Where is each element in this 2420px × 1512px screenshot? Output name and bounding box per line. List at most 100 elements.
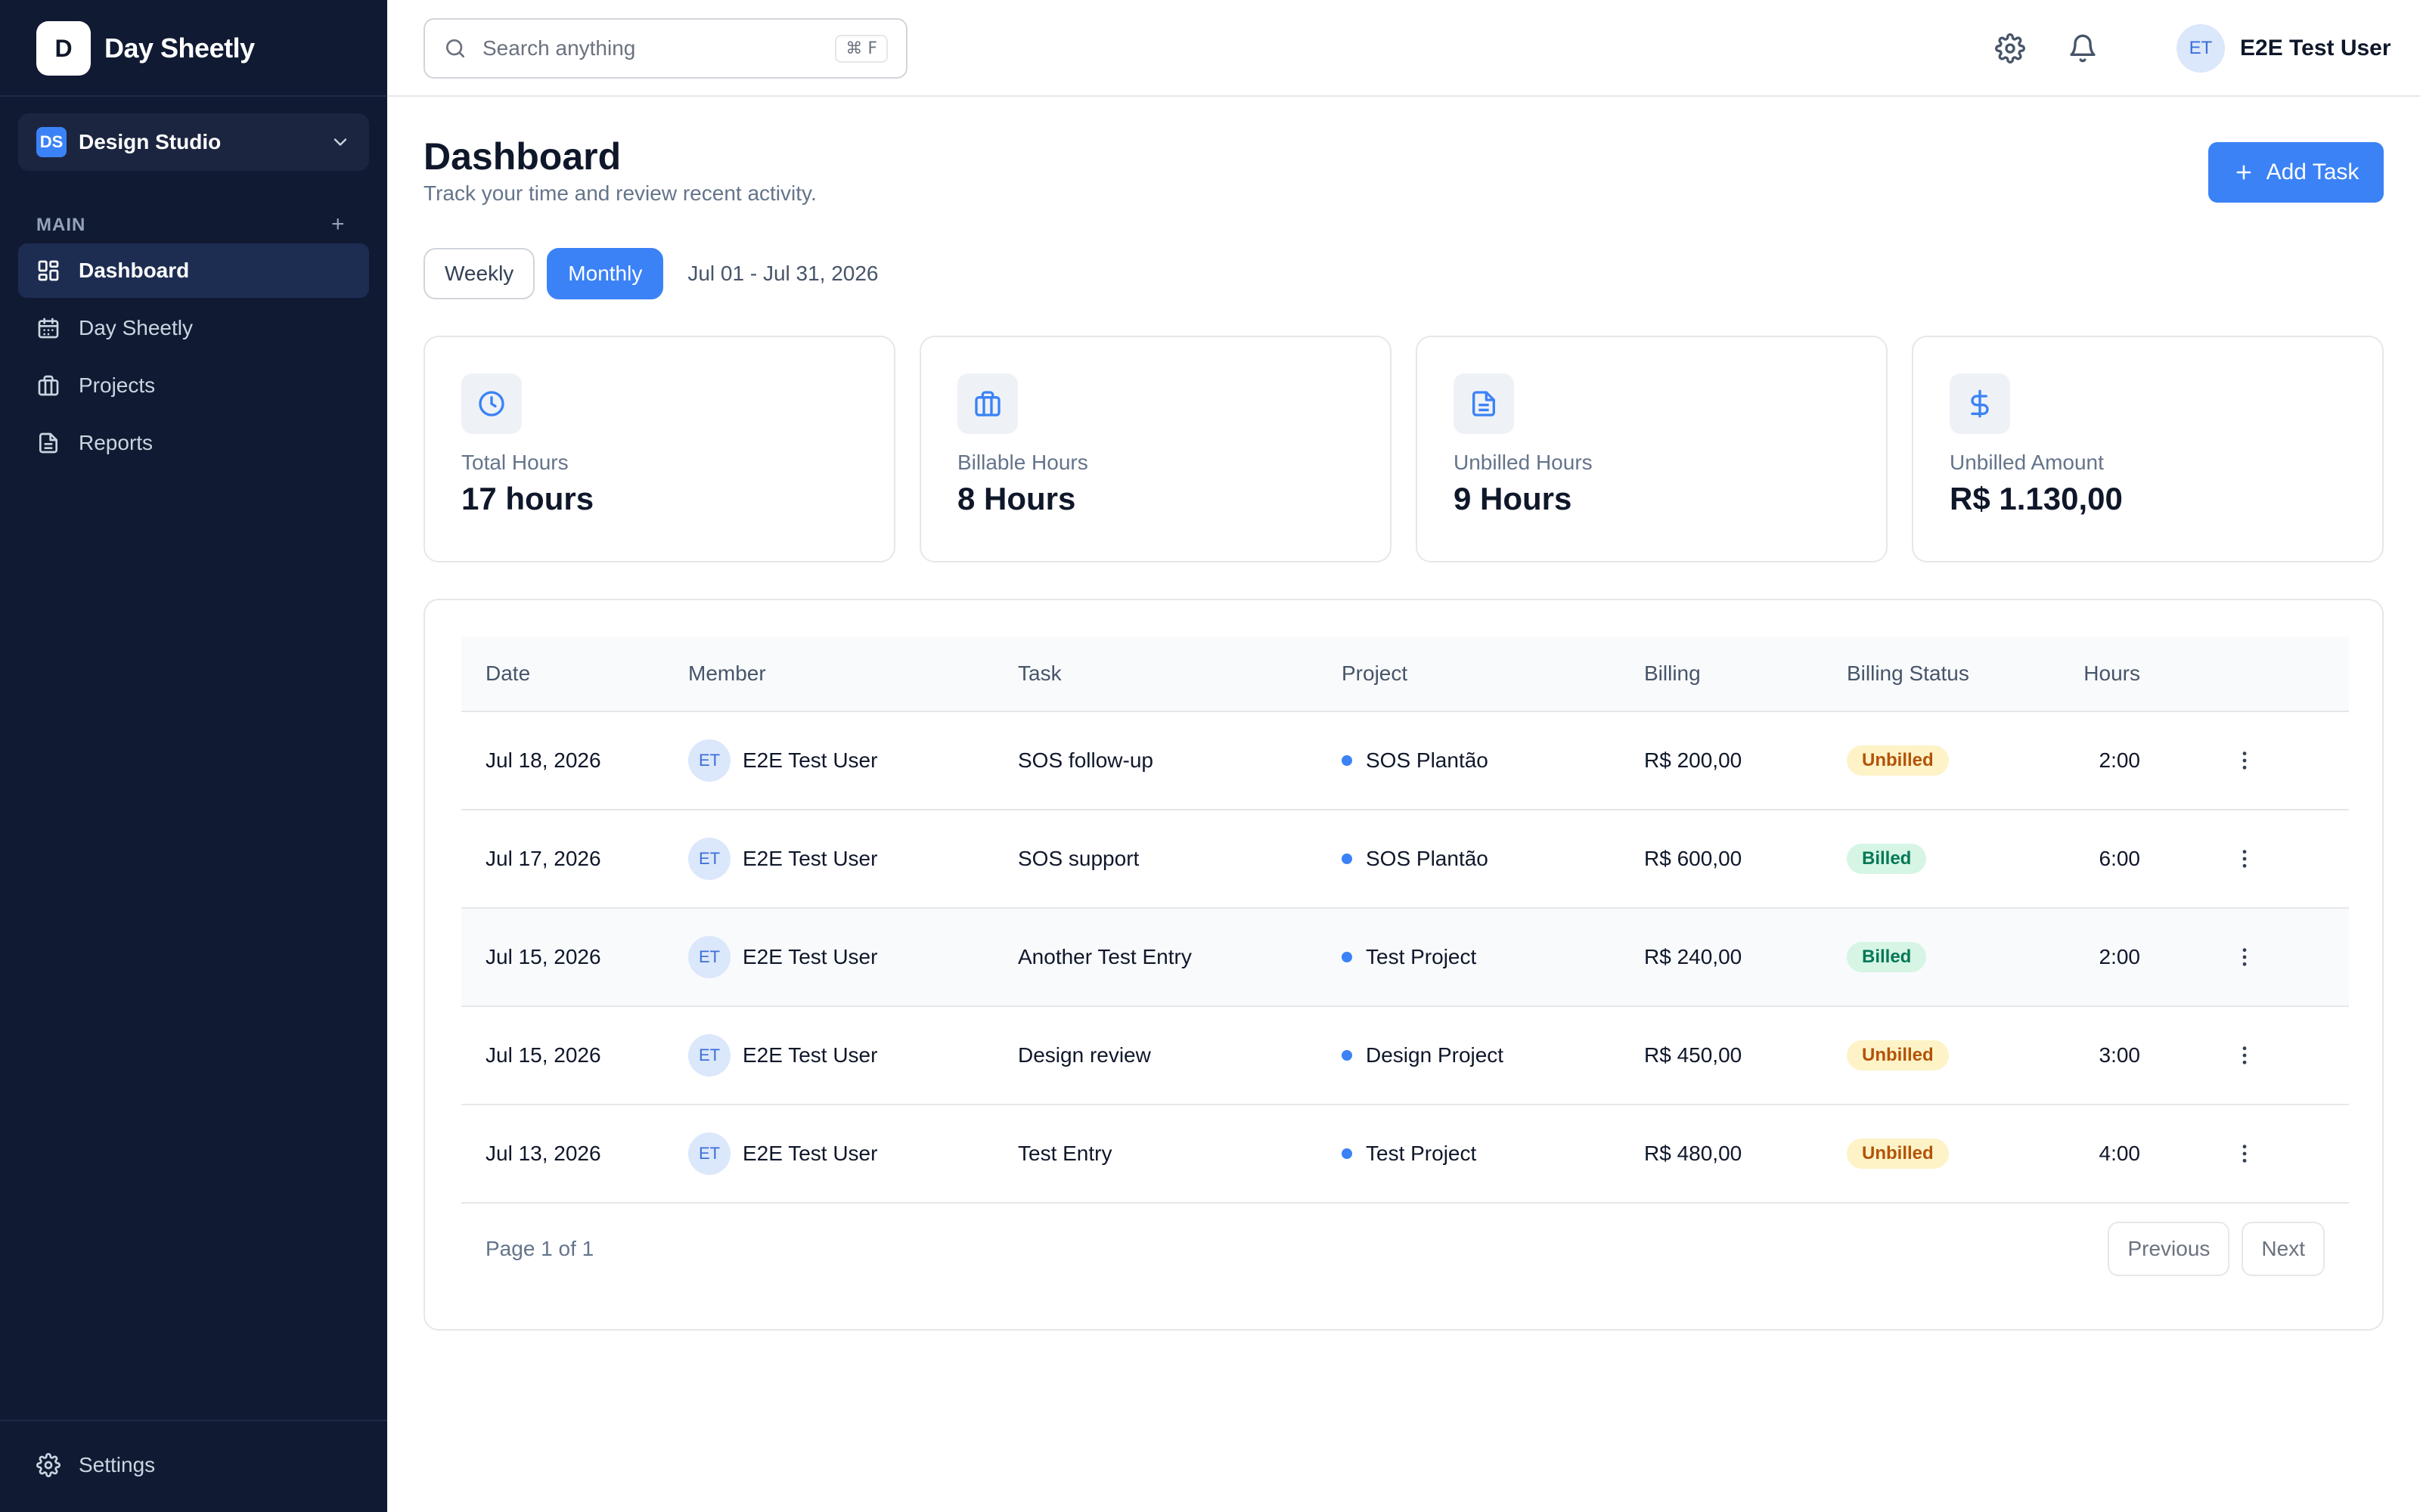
sidebar-item-reports[interactable]: Reports [18, 416, 369, 470]
cell-actions [2140, 1139, 2349, 1169]
page-info: Page 1 of 1 [486, 1237, 594, 1260]
cell-project: SOS Plantão [1342, 847, 1644, 871]
cell-billing: R$ 450,00 [1644, 1043, 1742, 1067]
cell-hours: 6:00 [2099, 847, 2141, 870]
dashboard-icon [38, 260, 59, 281]
sidebar-nav: Dashboard Day Sheetly Projects Reports [18, 243, 369, 473]
project-color-dot [1342, 1050, 1352, 1061]
user-name: E2E Test User [2240, 36, 2391, 60]
add-task-button[interactable]: Add Task [2208, 142, 2384, 203]
cell-project: Test Project [1342, 945, 1644, 969]
cell-actions [2140, 1040, 2349, 1070]
range-weekly-button[interactable]: Weekly [424, 248, 535, 299]
row-menu-button[interactable] [2229, 942, 2260, 972]
table-row[interactable]: Jul 15, 2026 ET E2E Test User Another Te… [461, 909, 2349, 1007]
column-header-date: Date [486, 662, 531, 685]
column-header-hours: Hours [2083, 662, 2140, 685]
card-icon-box [1454, 373, 1514, 434]
previous-page-button[interactable]: Previous [2108, 1222, 2230, 1276]
row-menu-button[interactable] [2229, 844, 2260, 874]
workspace-name: Design Studio [79, 130, 222, 153]
sidebar-divider [0, 95, 387, 97]
cell-member: ET E2E Test User [688, 936, 1018, 978]
row-menu-button[interactable] [2229, 745, 2260, 776]
settings-button[interactable] [1992, 30, 2028, 67]
sidebar-item-day-sheetly[interactable]: Day Sheetly [18, 301, 369, 355]
pagination: Previous Next [2108, 1222, 2325, 1276]
range-selector: Weekly Monthly Jul 01 - Jul 31, 2026 [424, 248, 879, 299]
gear-icon [36, 1453, 60, 1477]
sidebar-item-dashboard[interactable]: Dashboard [18, 243, 369, 298]
cell-task: Design review [1018, 1043, 1151, 1067]
search-shortcut: ⌘ F [835, 34, 888, 63]
project-name: Test Project [1366, 1142, 1477, 1165]
table-row[interactable]: Jul 17, 2026 ET E2E Test User SOS suppor… [461, 810, 2349, 909]
status-badge: Unbilled [1847, 745, 1949, 776]
table-row[interactable]: Jul 13, 2026 ET E2E Test User Test Entry… [461, 1105, 2349, 1204]
page-subtitle: Track your time and review recent activi… [424, 181, 817, 205]
stat-label: Unbilled Hours [1454, 451, 1593, 474]
row-menu-button[interactable] [2229, 1139, 2260, 1169]
stat-cards: Total Hours 17 hours Billable Hours 8 Ho… [424, 336, 2384, 562]
stat-value: 9 Hours [1454, 481, 1572, 516]
cell-member: ET E2E Test User [688, 739, 1018, 782]
cell-billing: R$ 600,00 [1644, 847, 1742, 870]
stat-label: Unbilled Amount [1950, 451, 2104, 474]
stat-value: 17 hours [461, 481, 594, 516]
stat-value: 8 Hours [957, 481, 1076, 516]
stat-card-total-hours: Total Hours 17 hours [424, 336, 895, 562]
main-content: Dashboard Track your time and review rec… [387, 97, 2420, 1512]
project-name: SOS Plantão [1366, 748, 1488, 772]
avatar: ET [688, 838, 731, 880]
avatar: ET [688, 936, 731, 978]
cell-member: ET E2E Test User [688, 1034, 1018, 1077]
cell-date: Jul 17, 2026 [486, 847, 601, 870]
cell-actions [2140, 745, 2349, 776]
topbar: ⌘ F ET E2E Test User [387, 0, 2420, 97]
section-label-main: MAIN [36, 215, 86, 235]
search-input[interactable] [482, 36, 821, 60]
sidebar-item-projects[interactable]: Projects [18, 358, 369, 413]
table-row[interactable]: Jul 18, 2026 ET E2E Test User SOS follow… [461, 712, 2349, 810]
brand-name: Day Sheetly [104, 33, 255, 64]
row-menu-button[interactable] [2229, 1040, 2260, 1070]
avatar: ET [2176, 24, 2225, 73]
range-monthly-button[interactable]: Monthly [547, 248, 664, 299]
cell-hours: 2:00 [2099, 748, 2141, 772]
brand[interactable]: D Day Sheetly [36, 21, 255, 76]
search-icon [446, 39, 464, 57]
add-task-label: Add Task [2266, 160, 2360, 184]
column-header-billing-status: Billing Status [1847, 662, 1969, 685]
stat-card-billable-hours: Billable Hours 8 Hours [920, 336, 1392, 562]
sidebar-item-label: Dashboard [79, 259, 190, 282]
document-icon [39, 432, 57, 454]
user-menu[interactable]: ET E2E Test User [2176, 24, 2391, 73]
column-header-project: Project [1342, 662, 1408, 685]
table-footer: Page 1 of 1 Previous Next [461, 1204, 2349, 1294]
workspace-switcher[interactable]: DS Design Studio [18, 113, 369, 171]
cell-task: SOS support [1018, 847, 1140, 870]
notifications-button[interactable] [2065, 30, 2101, 67]
sidebar-item-settings[interactable]: Settings [18, 1436, 369, 1494]
briefcase-icon [975, 391, 1001, 417]
status-badge: Billed [1847, 844, 1927, 874]
member-name: E2E Test User [743, 1142, 878, 1165]
sidebar-item-label: Settings [79, 1453, 156, 1476]
chevron-down-icon [334, 138, 347, 146]
sidebar: D Day Sheetly DS Design Studio MAIN + Da… [0, 0, 387, 1512]
table-row[interactable]: Jul 15, 2026 ET E2E Test User Design rev… [461, 1007, 2349, 1105]
page-title: Dashboard [424, 135, 622, 178]
cell-date: Jul 13, 2026 [486, 1142, 601, 1165]
cell-date: Jul 15, 2026 [486, 1043, 601, 1067]
more-vertical-icon [2242, 1145, 2247, 1163]
more-vertical-icon [2242, 948, 2247, 966]
add-section-icon[interactable]: + [331, 212, 345, 237]
avatar: ET [688, 739, 731, 782]
cell-hours: 4:00 [2099, 1142, 2141, 1165]
cell-hours: 2:00 [2099, 945, 2141, 968]
member-name: E2E Test User [743, 945, 878, 968]
search-box[interactable]: ⌘ F [424, 18, 908, 79]
next-page-button[interactable]: Next [2242, 1222, 2325, 1276]
cell-task: SOS follow-up [1018, 748, 1153, 772]
more-vertical-icon [2242, 1046, 2247, 1064]
